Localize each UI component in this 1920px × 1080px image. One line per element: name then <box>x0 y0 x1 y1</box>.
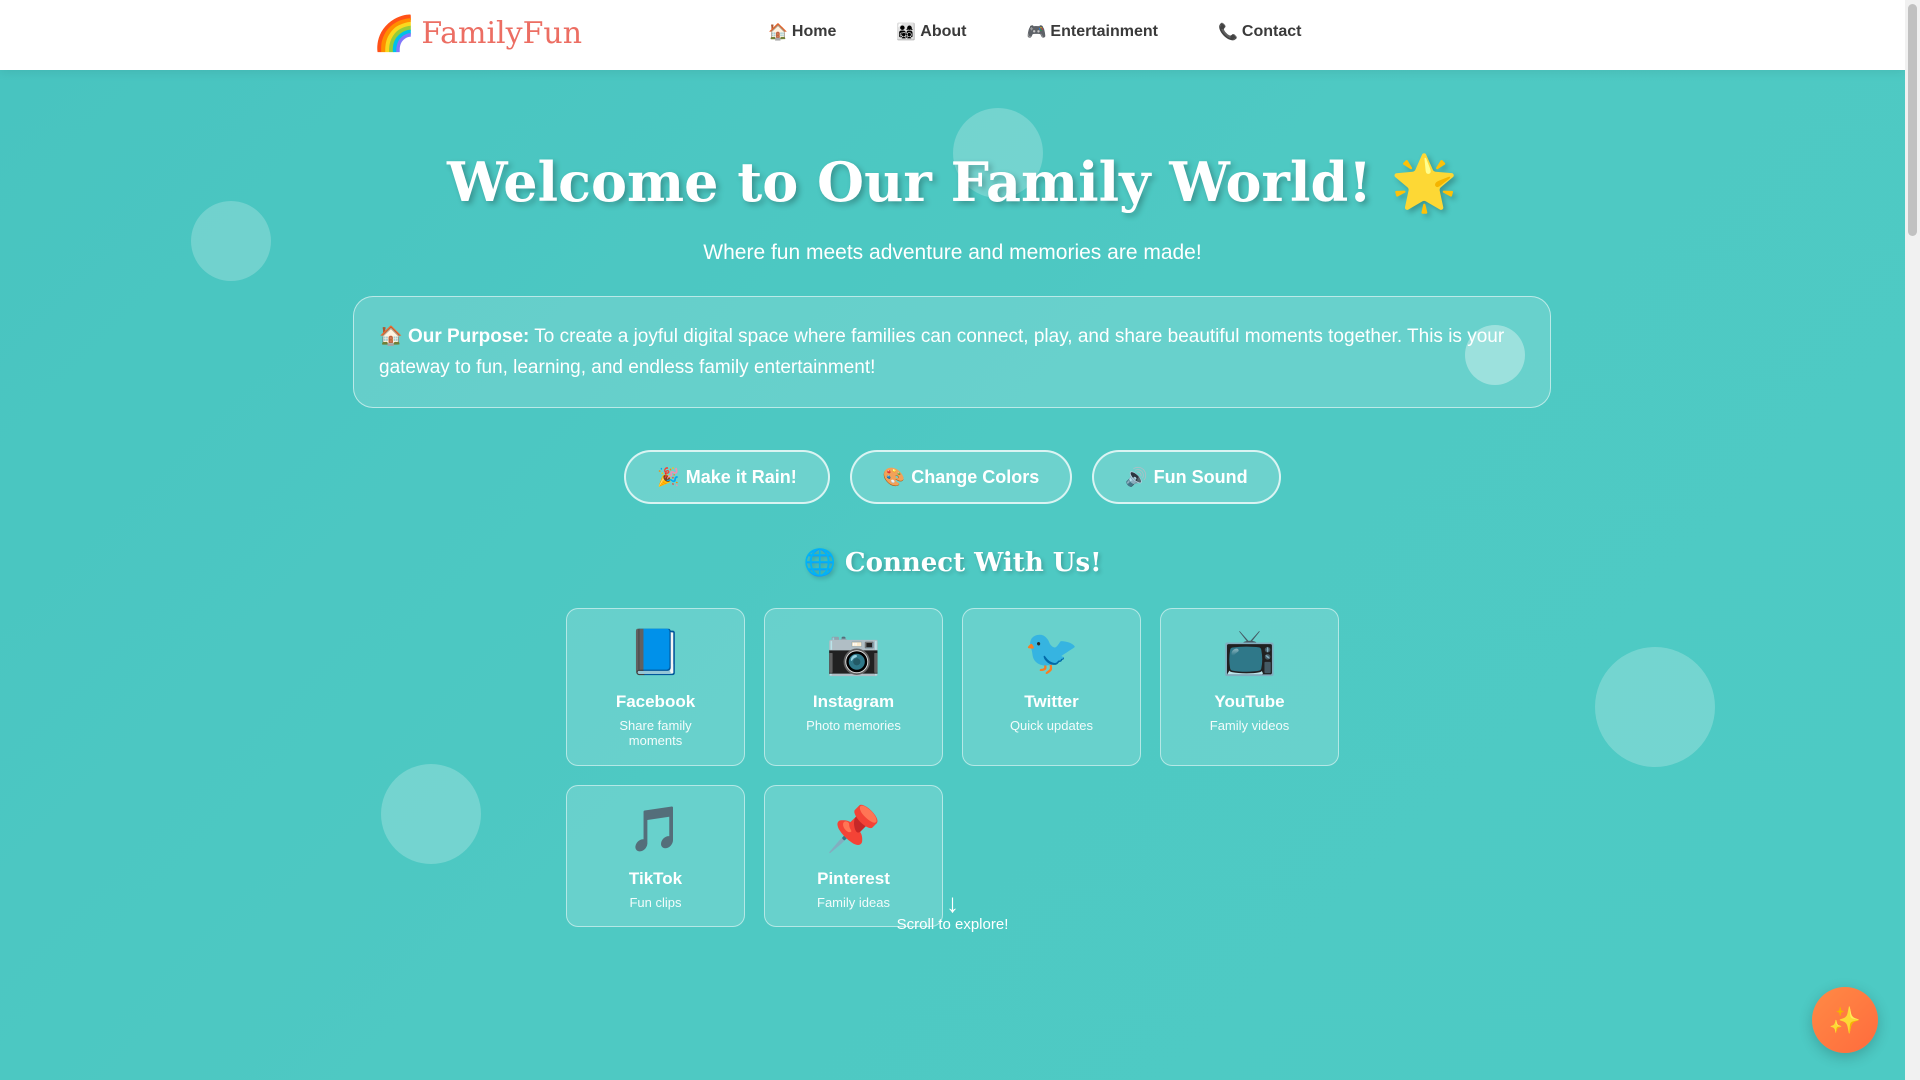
hero-subtitle: Where fun meets adventure and memories a… <box>703 241 1202 264</box>
purpose-label: Our Purpose: <box>407 326 530 347</box>
arrow-down-icon: ↓ <box>946 888 959 918</box>
nav-link-label: About <box>920 23 967 40</box>
nav-links: 🏠 Home 👨‍👩‍👧‍👦 About 🎮 Entertainment 📞 C… <box>768 22 1301 42</box>
social-name: Twitter <box>1024 692 1079 711</box>
speaker-icon: 🔊 <box>1125 466 1148 487</box>
social-card-youtube[interactable]: 📺 YouTube Family videos <box>1160 608 1339 766</box>
sparkles-icon: ✨ <box>1828 1004 1862 1035</box>
decorative-bubble <box>381 764 481 864</box>
social-name: Facebook <box>615 692 696 711</box>
navbar: 🌈 FamilyFun 🏠 Home 👨‍👩‍👧‍👦 About 🎮 Enter… <box>0 0 1905 70</box>
fun-sound-button[interactable]: 🔊 Fun Sound <box>1092 450 1281 504</box>
music-note-icon: 🎵 <box>628 805 683 854</box>
social-desc: Quick updates <box>1009 718 1094 733</box>
social-name: TikTok <box>628 869 683 888</box>
pushpin-icon: 📌 <box>826 805 881 854</box>
camera-icon: 📷 <box>826 628 881 677</box>
make-it-rain-button[interactable]: 🎉 Make it Rain! <box>624 450 830 504</box>
phone-icon: 📞 <box>1218 24 1238 41</box>
purpose-text: To create a joyful digital space where f… <box>379 326 1505 378</box>
connect-title: 🌐 Connect With Us! <box>803 548 1102 578</box>
rainbow-icon: 🌈 <box>373 15 416 53</box>
social-desc: Share family moments <box>619 718 692 748</box>
nav-link-label: Home <box>791 23 837 40</box>
house-icon: 🏠 <box>379 326 403 347</box>
nav-link-label: Contact <box>1241 23 1302 40</box>
nav-link-home[interactable]: 🏠 Home <box>768 22 836 42</box>
bird-icon: 🐦 <box>1024 628 1079 677</box>
family-icon: 👨‍👩‍👧‍👦 <box>896 24 917 41</box>
social-desc: Photo memories <box>806 718 901 733</box>
action-buttons: 🎉 Make it Rain! 🎨 Change Colors 🔊 Fun So… <box>0 450 1905 504</box>
social-desc: Family videos <box>1209 718 1290 733</box>
sparkles-fab-button[interactable]: ✨ <box>1812 987 1878 1053</box>
decorative-bubble <box>1595 647 1715 767</box>
button-label: Make it Rain! <box>685 466 797 487</box>
social-name: YouTube <box>1214 692 1285 711</box>
party-popper-icon: 🎉 <box>657 466 680 487</box>
social-card-facebook[interactable]: 📘 Facebook Share family moments <box>566 608 745 766</box>
social-card-instagram[interactable]: 📷 Instagram Photo memories <box>764 608 943 766</box>
social-card-twitter[interactable]: 🐦 Twitter Quick updates <box>962 608 1141 766</box>
palette-icon: 🎨 <box>882 466 906 487</box>
logo-link[interactable]: 🌈 FamilyFun <box>373 14 582 54</box>
scroll-hint: ↓ Scroll to explore! <box>0 890 1905 933</box>
button-label: Fun Sound <box>1153 466 1248 487</box>
blue-book-icon: 📘 <box>628 628 683 677</box>
scrollbar[interactable] <box>1905 0 1920 1080</box>
gamepad-icon: 🎮 <box>1026 24 1047 41</box>
nav-link-contact[interactable]: 📞 Contact <box>1218 22 1301 42</box>
hero-title: Welcome to Our Family World! 🌟 <box>446 150 1459 214</box>
social-name: Pinterest <box>817 869 890 888</box>
nav-link-label: Entertainment <box>1050 23 1158 40</box>
nav-link-entertainment[interactable]: 🎮 Entertainment <box>1027 22 1159 42</box>
television-icon: 📺 <box>1222 628 1277 677</box>
change-colors-button[interactable]: 🎨 Change Colors <box>849 450 1073 504</box>
scrollbar-thumb[interactable] <box>1908 4 1917 236</box>
social-grid: 📘 Facebook Share family moments 📷 Instag… <box>566 608 1340 927</box>
scroll-hint-text: Scroll to explore! <box>896 916 1009 933</box>
nav-link-about[interactable]: 👨‍👩‍👧‍👦 About <box>896 22 966 42</box>
social-name: Instagram <box>812 692 895 711</box>
purpose-box: 🏠 Our Purpose: To create a joyful digita… <box>353 296 1551 408</box>
button-label: Change Colors <box>911 466 1040 487</box>
house-icon: 🏠 <box>768 24 788 41</box>
logo-text: FamilyFun <box>421 16 583 51</box>
